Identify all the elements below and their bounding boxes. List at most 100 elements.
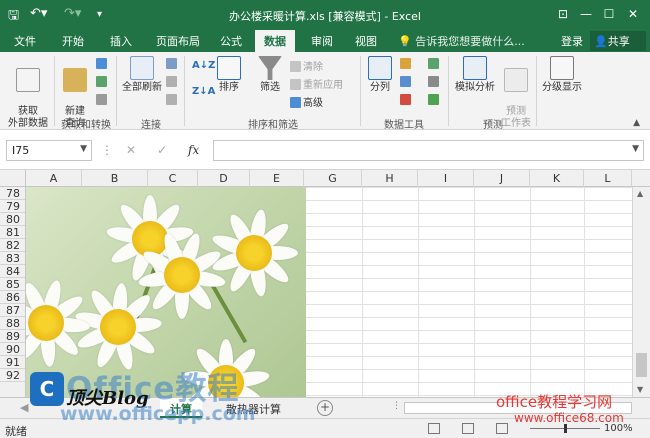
advanced-filter-icon [290,97,301,108]
tab-review[interactable]: 审阅 [311,33,333,49]
connections-icon[interactable] [166,58,179,70]
refresh-all-button[interactable]: 全部刷新 [120,56,164,94]
relationships-icon[interactable] [428,76,441,88]
tab-home[interactable]: 开始 [62,33,84,49]
lightbulb-icon: 💡 [398,35,412,48]
recent-sources-icon[interactable] [96,94,109,106]
normal-view-button[interactable] [428,423,440,434]
formula-input[interactable]: ▼ [213,140,644,161]
page-layout-view-button[interactable] [462,423,474,434]
column-header[interactable]: B [82,170,148,187]
column-header[interactable]: G [304,170,362,187]
minimize-button[interactable]: — [575,4,597,24]
column-header[interactable]: H [362,170,418,187]
scroll-up-icon[interactable]: ▲ [637,189,643,198]
row-header[interactable]: 88 [0,317,25,330]
text-to-columns-icon [368,56,392,80]
column-header[interactable]: L [584,170,632,187]
row-header[interactable]: 82 [0,239,25,252]
what-if-analysis-button[interactable]: 模拟分析 [452,56,498,94]
share-button[interactable]: 👤共享 [590,31,646,51]
expand-formula-icon[interactable]: ▼ [632,144,639,154]
edit-links-icon[interactable] [166,94,179,106]
name-box-value: I75 [12,144,30,157]
show-queries-icon[interactable] [96,58,109,70]
reapply-button[interactable]: 重新应用 [290,76,343,91]
data-validation-icon[interactable] [400,94,413,106]
tab-view[interactable]: 视图 [355,33,377,49]
insert-function-button[interactable]: fx [188,143,199,157]
forecast-chart-icon [504,68,528,92]
row-header[interactable]: 87 [0,304,25,317]
group-label-connections: 连接 [141,120,161,131]
text-to-columns-button[interactable]: 分列 [366,56,394,94]
column-header[interactable]: C [148,170,198,187]
outline-icon [550,56,574,80]
column-header[interactable]: A [26,170,82,187]
select-all-corner[interactable] [0,170,26,187]
row-header[interactable]: 78 [0,187,25,200]
tab-page-layout[interactable]: 页面布局 [156,33,200,49]
tab-data[interactable]: 数据 [255,30,295,52]
data-model-icon[interactable] [428,94,441,106]
gridline [584,187,585,397]
properties-icon[interactable] [166,76,179,88]
flash-fill-icon[interactable] [400,58,413,70]
sort-az-icon[interactable]: A↓Z [192,60,215,71]
more-icon: ⋮ [101,143,113,157]
cancel-entry-button[interactable]: ✕ [126,143,136,157]
close-button[interactable]: ✕ [622,4,644,24]
row-header[interactable]: 80 [0,213,25,226]
row-header[interactable]: 83 [0,252,25,265]
clear-label: 清除 [303,62,323,73]
confirm-entry-button[interactable]: ✓ [157,143,167,157]
column-header[interactable]: E [250,170,304,187]
login-button[interactable]: 登录 [561,33,583,49]
row-header[interactable]: 81 [0,226,25,239]
row-header[interactable]: 85 [0,278,25,291]
column-header[interactable]: I [418,170,474,187]
tab-file[interactable]: 文件 [14,33,36,49]
row-header[interactable]: 89 [0,330,25,343]
maximize-button[interactable]: ☐ [598,4,620,24]
column-header[interactable]: D [198,170,250,187]
scroll-down-icon[interactable]: ▼ [637,385,643,394]
row-header[interactable]: 86 [0,291,25,304]
sort-za-icon[interactable]: Z↓A [192,86,215,97]
remove-duplicates-icon[interactable] [400,76,413,88]
group-label-get-transform: 获取和转换 [61,120,111,131]
row-header[interactable]: 92 [0,369,25,382]
tab-insert[interactable]: 插入 [110,33,132,49]
column-header[interactable]: K [530,170,584,187]
name-box[interactable]: I75 ▼ [6,140,92,161]
sort-label: 排序 [219,82,239,93]
sort-button[interactable]: 排序 [214,56,244,94]
gridline [474,187,475,397]
row-header[interactable]: 90 [0,343,25,356]
get-external-data-button[interactable]: 获取 外部数据 [6,56,50,130]
ribbon-display-icon[interactable]: ⊡ [552,4,574,24]
consolidate-icon[interactable] [428,58,441,70]
clear-filter-button[interactable]: 清除 [290,58,323,73]
column-header[interactable]: J [474,170,530,187]
row-header[interactable]: 84 [0,265,25,278]
outline-button[interactable]: 分级显示 [540,56,584,94]
from-table-icon[interactable] [96,76,109,88]
advanced-filter-button[interactable]: 高级 [290,94,323,109]
tell-me-search[interactable]: 💡 告诉我您想要做什么... [398,33,525,49]
row-header[interactable]: 91 [0,356,25,369]
what-if-icon [463,56,487,80]
zoom-slider-thumb[interactable] [564,424,567,433]
row-header[interactable]: 79 [0,200,25,213]
tab-formulas[interactable]: 公式 [220,33,242,49]
scroll-thumb[interactable] [636,353,647,377]
add-sheet-button[interactable]: + [317,400,333,416]
watermark-logo: C [30,372,64,406]
reapply-icon [290,79,301,90]
chevron-down-icon: ▼ [80,144,87,154]
filter-button[interactable]: 筛选 [254,56,286,94]
new-query-icon [63,68,87,92]
page-break-view-button[interactable] [496,423,508,434]
collapse-ribbon-icon[interactable]: ▲ [633,118,640,128]
vertical-scrollbar[interactable]: ▲ ▼ [632,187,650,397]
